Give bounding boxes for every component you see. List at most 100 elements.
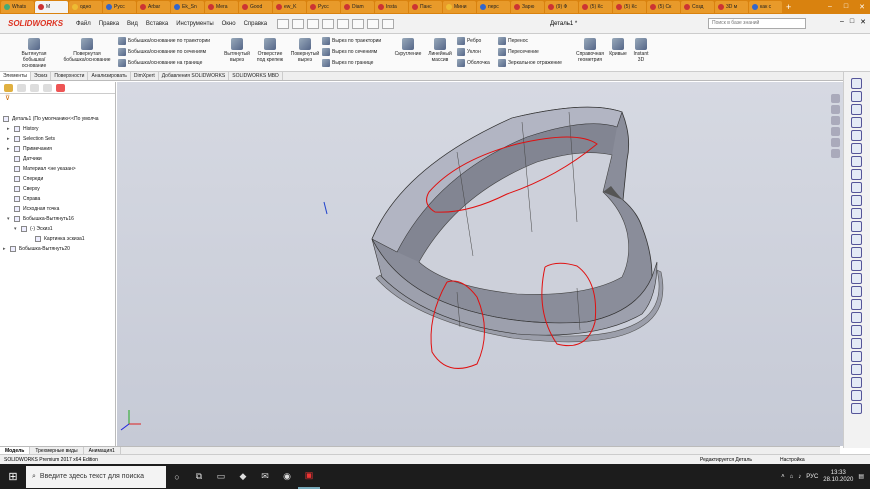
minimize-icon[interactable]: – <box>822 3 838 11</box>
browser-tab[interactable]: Зарю <box>511 1 544 13</box>
sketch-tool-icon[interactable] <box>851 117 862 128</box>
network-icon[interactable]: ⌂ <box>790 474 794 480</box>
sketch-tool-icon[interactable] <box>851 143 862 154</box>
browser-tab[interactable]: Созд <box>681 1 714 13</box>
browser-tab[interactable]: M <box>35 1 68 13</box>
sketch-tool-icon[interactable] <box>851 182 862 193</box>
browser-tab[interactable]: Ek_Sn <box>171 1 204 13</box>
mail-icon[interactable]: ✉ <box>254 464 276 489</box>
sketch-tool-icon[interactable] <box>851 104 862 115</box>
new-icon[interactable] <box>277 18 290 29</box>
extrude-boss-button[interactable]: Вытянутая бобышка/основание <box>14 38 54 69</box>
file-explorer-icon[interactable]: ▭ <box>210 464 232 489</box>
sketch-tool-icon[interactable] <box>851 156 862 167</box>
tree-item[interactable]: ▸ Бобышка-Вытянуть20 <box>3 246 70 252</box>
sketch-tool-icon[interactable] <box>851 403 862 414</box>
sketch-tool-icon[interactable] <box>851 130 862 141</box>
sketch-tool-icon[interactable] <box>851 91 862 102</box>
boundary-cut-button[interactable]: Вырез по границе <box>322 59 373 67</box>
sketch-tool-icon[interactable] <box>851 364 862 375</box>
draft-button[interactable]: Уклон <box>457 48 481 56</box>
sketch-tool-icon[interactable] <box>851 390 862 401</box>
rib-button[interactable]: Ребро <box>457 37 481 45</box>
filter-icon[interactable]: ⊽ <box>0 94 115 104</box>
expand-chevron-icon[interactable]: ▾ <box>7 216 11 222</box>
close-icon[interactable]: ✕ <box>854 3 870 11</box>
command-tab[interactable]: Поверхности <box>51 72 89 80</box>
home-icon[interactable] <box>831 94 840 103</box>
options-icon[interactable] <box>382 18 395 29</box>
browser-tab[interactable]: Мини <box>443 1 476 13</box>
select-icon[interactable] <box>352 18 365 29</box>
sketch-tool-icon[interactable] <box>851 169 862 180</box>
maximize-icon[interactable]: □ <box>850 18 854 26</box>
tree-root[interactable]: Деталь1 (По умолчанию<<По умолча <box>3 116 99 122</box>
tree-item[interactable]: Материал <не указан> <box>7 166 76 172</box>
dimxpert-tab-icon[interactable] <box>43 84 52 92</box>
store-icon[interactable]: ◆ <box>232 464 254 489</box>
menu-item[interactable]: Вставка <box>142 21 172 27</box>
notification-icon[interactable]: ▤ <box>858 473 864 480</box>
windows-start-icon[interactable]: ⊞ <box>0 464 26 489</box>
tray-chevron-icon[interactable]: ˄ <box>781 474 785 480</box>
save-icon[interactable] <box>307 18 320 29</box>
command-tab[interactable]: Анализировать <box>88 72 131 80</box>
sketch-tool-icon[interactable] <box>851 78 862 89</box>
sketch-tool-icon[interactable] <box>851 195 862 206</box>
wrap-button[interactable]: Перенос <box>498 37 528 45</box>
menu-item[interactable]: Справка <box>240 21 272 27</box>
config-manager-tab-icon[interactable] <box>30 84 39 92</box>
close-icon[interactable]: ✕ <box>860 18 866 26</box>
custom-properties-icon[interactable] <box>831 149 840 158</box>
instant3d-button[interactable]: Instant 3D <box>630 38 652 63</box>
expand-chevron-icon[interactable]: ▸ <box>7 136 11 142</box>
browser-tab[interactable]: Whats <box>1 1 34 13</box>
tree-item[interactable]: Исходная точка <box>7 206 59 212</box>
browser-tab[interactable]: одно <box>69 1 102 13</box>
intersect-button[interactable]: Пересечение <box>498 48 539 56</box>
menu-item[interactable]: Окно <box>218 21 240 27</box>
command-tab[interactable]: Эскиз <box>31 72 52 80</box>
browser-tab[interactable]: Arbar <box>137 1 170 13</box>
browser-tab[interactable]: перс <box>477 1 510 13</box>
shell-button[interactable]: Оболочка <box>457 59 490 67</box>
browser-tab[interactable]: Insta <box>375 1 408 13</box>
sketch-tool-icon[interactable] <box>851 247 862 258</box>
tree-item[interactable]: Спереди <box>7 176 43 182</box>
browser-tab[interactable]: Мега <box>205 1 238 13</box>
appearances-icon[interactable] <box>831 138 840 147</box>
revolve-boss-button[interactable]: Повернутая бобышка/основание <box>62 38 112 63</box>
hole-wizard-button[interactable]: Отверстие под крепеж <box>254 38 286 63</box>
tree-item[interactable]: Справа <box>7 196 40 202</box>
curves-button[interactable]: Кривые <box>606 38 630 57</box>
new-tab-button[interactable]: + <box>782 2 795 12</box>
sweep-cut-button[interactable]: Вырез по траектории <box>322 37 381 45</box>
revolve-cut-button[interactable]: Повернутый вырез <box>288 38 322 63</box>
sketch-tool-icon[interactable] <box>851 234 862 245</box>
browser-tab[interactable]: Панс <box>409 1 442 13</box>
expand-chevron-icon[interactable]: ▸ <box>7 146 11 152</box>
sketch-tool-icon[interactable] <box>851 221 862 232</box>
sketch-tool-icon[interactable] <box>851 273 862 284</box>
view-tab[interactable]: Трехмерные виды <box>30 447 84 454</box>
sketch-tool-icon[interactable] <box>851 208 862 219</box>
browser-tab[interactable]: 3D м <box>715 1 748 13</box>
mirror-button[interactable]: Зеркальное отражение <box>498 59 562 67</box>
volume-icon[interactable]: ♪ <box>798 474 801 480</box>
loft-boss-button[interactable]: Бобышка/основание по сечениям <box>118 48 206 56</box>
view-tab[interactable]: Анимация1 <box>84 447 121 454</box>
open-icon[interactable] <box>292 18 305 29</box>
graphics-viewport[interactable] <box>117 82 843 446</box>
menu-item[interactable]: Вид <box>123 21 142 27</box>
tree-item[interactable]: Датчики <box>7 156 42 162</box>
help-search-input[interactable]: Поиск в базе знаний <box>708 18 806 29</box>
extrude-cut-button[interactable]: Вытянутый вырез <box>222 38 252 63</box>
browser-tab[interactable]: Русс <box>307 1 340 13</box>
taskbar-search-input[interactable]: ⌕ Введите здесь текст для поиска <box>26 465 166 488</box>
browser-tab[interactable]: (5) Кс <box>613 1 646 13</box>
minimize-icon[interactable]: – <box>840 18 844 26</box>
loft-cut-button[interactable]: Вырез по сечениям <box>322 48 377 56</box>
chrome-icon[interactable]: ◉ <box>276 464 298 489</box>
browser-tab[interactable]: (9) Ф <box>545 1 578 13</box>
reference-geometry-button[interactable]: Справочная геометрия <box>572 38 608 63</box>
